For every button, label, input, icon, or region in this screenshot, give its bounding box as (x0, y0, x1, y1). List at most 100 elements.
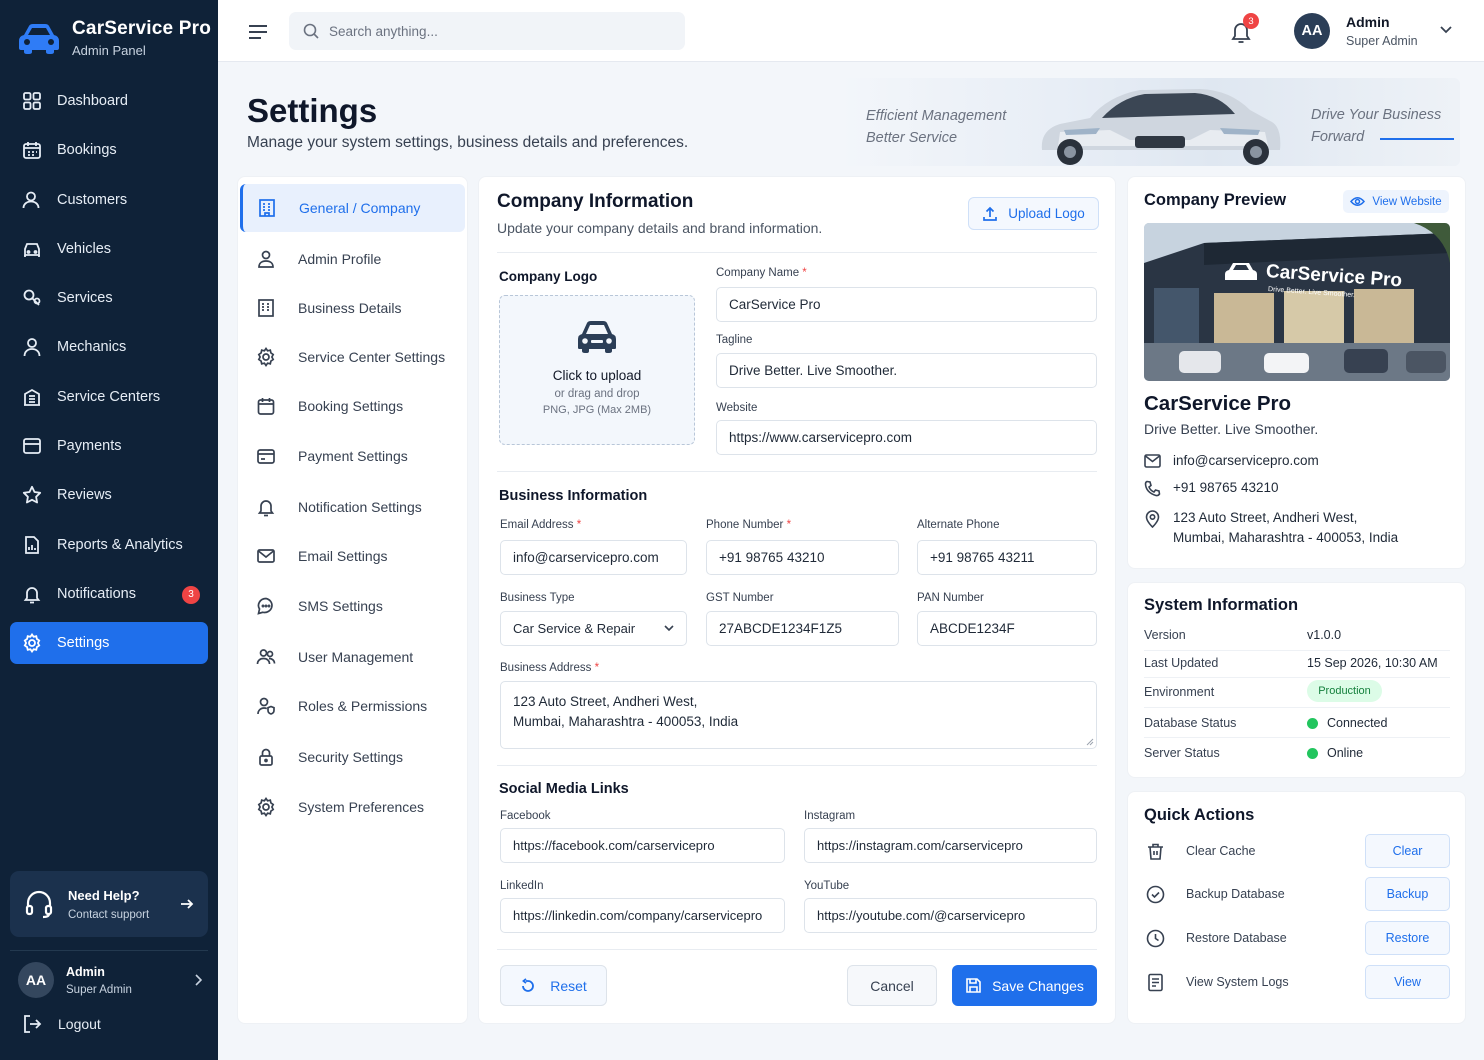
youtube-input[interactable]: https://youtube.com/@carservicepro (804, 898, 1097, 933)
sidebar-item-settings[interactable]: Settings (10, 622, 208, 665)
tab-email-settings[interactable]: Email Settings (240, 532, 465, 580)
logo-upload-dropzone[interactable]: Click to upload or drag and drop PNG, JP… (499, 295, 695, 445)
reset-button[interactable]: Reset (500, 965, 607, 1006)
field-label: YouTube (804, 880, 850, 892)
brand-subtitle: Admin Panel (72, 43, 146, 58)
upload-logo-button[interactable]: Upload Logo (968, 197, 1099, 230)
calendar-icon (256, 396, 276, 416)
tab-notification-settings[interactable]: Notification Settings (240, 483, 465, 531)
pan-number-input[interactable]: ABCDE1234F (917, 611, 1097, 646)
view-system-logs-button[interactable]: View (1365, 965, 1450, 999)
cancel-button[interactable]: Cancel (847, 965, 937, 1006)
restore-database-button[interactable]: Restore (1365, 921, 1450, 955)
view-website-button[interactable]: View Website (1343, 190, 1449, 213)
user-name: Admin (1346, 14, 1390, 30)
preview-email: info@carservicepro.com (1173, 453, 1319, 468)
menu-icon[interactable] (248, 24, 268, 40)
preview-email-row: info@carservicepro.com (1144, 451, 1319, 471)
tab-roles-permissions[interactable]: Roles & Permissions (240, 682, 465, 730)
tab-system-preferences[interactable]: System Preferences (240, 783, 465, 831)
arrow-right-icon[interactable] (180, 897, 194, 911)
sidebar-item-label: Bookings (57, 142, 117, 159)
car-illustration (1030, 80, 1290, 166)
section-title: Social Media Links (499, 781, 629, 797)
tab-user-management[interactable]: User Management (240, 633, 465, 681)
phone-input[interactable]: +91 98765 43210 (706, 540, 899, 575)
users-icon (256, 647, 276, 667)
sidebar-item-label: Services (57, 290, 113, 307)
tab-admin-profile[interactable]: Admin Profile (240, 235, 465, 283)
sidebar-user[interactable]: AA Admin Super Admin (18, 962, 208, 998)
tab-business-details[interactable]: Business Details (240, 284, 465, 332)
tagline-input[interactable]: Drive Better. Live Smoother. (716, 353, 1097, 388)
field-label: GST Number (706, 592, 774, 604)
company-name-input[interactable]: CarService Pro (716, 287, 1097, 322)
field-label: Business Type (500, 592, 575, 604)
sidebar-item-service-centers[interactable]: Service Centers (10, 376, 208, 418)
sidebar-item-reports[interactable]: Reports & Analytics (10, 524, 208, 566)
page-title: Settings (247, 92, 378, 129)
email-input[interactable]: info@carservicepro.com (500, 540, 687, 575)
banner-text: Better Service (866, 130, 958, 146)
backup-database-button[interactable]: Backup (1365, 877, 1450, 911)
tab-label: System Preferences (298, 799, 425, 815)
tab-label: SMS Settings (298, 598, 383, 614)
tab-security-settings[interactable]: Security Settings (240, 733, 465, 781)
field-label: Facebook (500, 810, 551, 822)
business-address-textarea[interactable]: 123 Auto Street, Andheri West, Mumbai, M… (500, 681, 1097, 749)
button-label: Reset (550, 977, 587, 994)
divider (497, 471, 1097, 472)
page-subtitle: Manage your system settings, business de… (247, 134, 689, 151)
tab-booking-settings[interactable]: Booking Settings (240, 382, 465, 430)
sidebar-item-reviews[interactable]: Reviews (10, 474, 208, 516)
gst-number-input[interactable]: 27ABCDE1234F1Z5 (706, 611, 899, 646)
instagram-input[interactable]: https://instagram.com/carservicepro (804, 828, 1097, 863)
mail-icon (1144, 454, 1161, 471)
sidebar-item-services[interactable]: Services (10, 277, 208, 319)
tab-sms-settings[interactable]: SMS Settings (240, 582, 465, 630)
linkedin-input[interactable]: https://linkedin.com/company/carservicep… (500, 898, 785, 933)
search-box[interactable] (289, 12, 685, 50)
report-icon (22, 535, 42, 555)
upload-text: Click to upload (552, 368, 642, 383)
divider (1144, 650, 1450, 651)
facebook-input[interactable]: https://facebook.com/carservicepro (500, 828, 785, 863)
divider (10, 950, 208, 951)
sidebar-item-vehicles[interactable]: Vehicles (10, 228, 208, 270)
tab-payment-settings[interactable]: Payment Settings (240, 432, 465, 480)
resize-handle-icon[interactable] (1086, 738, 1094, 746)
clear-cache-button[interactable]: Clear (1365, 834, 1450, 868)
business-type-select[interactable]: Car Service & Repair (500, 611, 687, 646)
car-logo-icon (1224, 261, 1258, 283)
button-label: Save Changes (992, 977, 1084, 994)
avatar[interactable]: AA (1294, 13, 1330, 49)
upload-icon (982, 206, 998, 222)
sidebar-item-notifications[interactable]: Notifications 3 (10, 573, 208, 615)
alternate-phone-input[interactable]: +91 98765 43211 (917, 540, 1097, 575)
tab-general-company[interactable]: General / Company (240, 184, 465, 232)
section-title: Company Preview (1144, 191, 1287, 209)
section-subtitle: Update your company details and brand in… (497, 220, 823, 236)
search-input[interactable] (329, 23, 669, 39)
website-input[interactable]: https://www.carservicepro.com (716, 420, 1097, 455)
save-changes-button[interactable]: Save Changes (952, 965, 1097, 1006)
sidebar-item-payments[interactable]: Payments (10, 425, 208, 467)
chevron-down-icon[interactable] (1440, 26, 1452, 34)
brand[interactable]: CarService Pro Admin Panel (16, 18, 211, 58)
button-label: Upload Logo (1008, 206, 1085, 221)
tab-service-center-settings[interactable]: Service Center Settings (240, 333, 465, 381)
sidebar-item-label: Service Centers (57, 388, 161, 405)
info-value: 15 Sep 2026, 10:30 AM (1307, 656, 1438, 670)
sidebar-item-mechanics[interactable]: Mechanics (10, 326, 208, 368)
help-card[interactable]: Need Help? Contact support (10, 871, 208, 937)
sidebar-item-bookings[interactable]: Bookings (10, 129, 208, 171)
user-name: Admin (66, 964, 105, 979)
logout-label: Logout (58, 1016, 101, 1032)
address-line: Mumbai, Maharashtra - 400053, India (513, 714, 739, 729)
logout-button[interactable]: Logout (22, 1014, 101, 1034)
field-label: PAN Number (917, 592, 984, 604)
sidebar-item-customers[interactable]: Customers (10, 179, 208, 221)
upload-formats: PNG, JPG (Max 2MB) (542, 404, 652, 416)
sidebar-item-dashboard[interactable]: Dashboard (10, 80, 208, 122)
tab-label: User Management (298, 649, 414, 665)
